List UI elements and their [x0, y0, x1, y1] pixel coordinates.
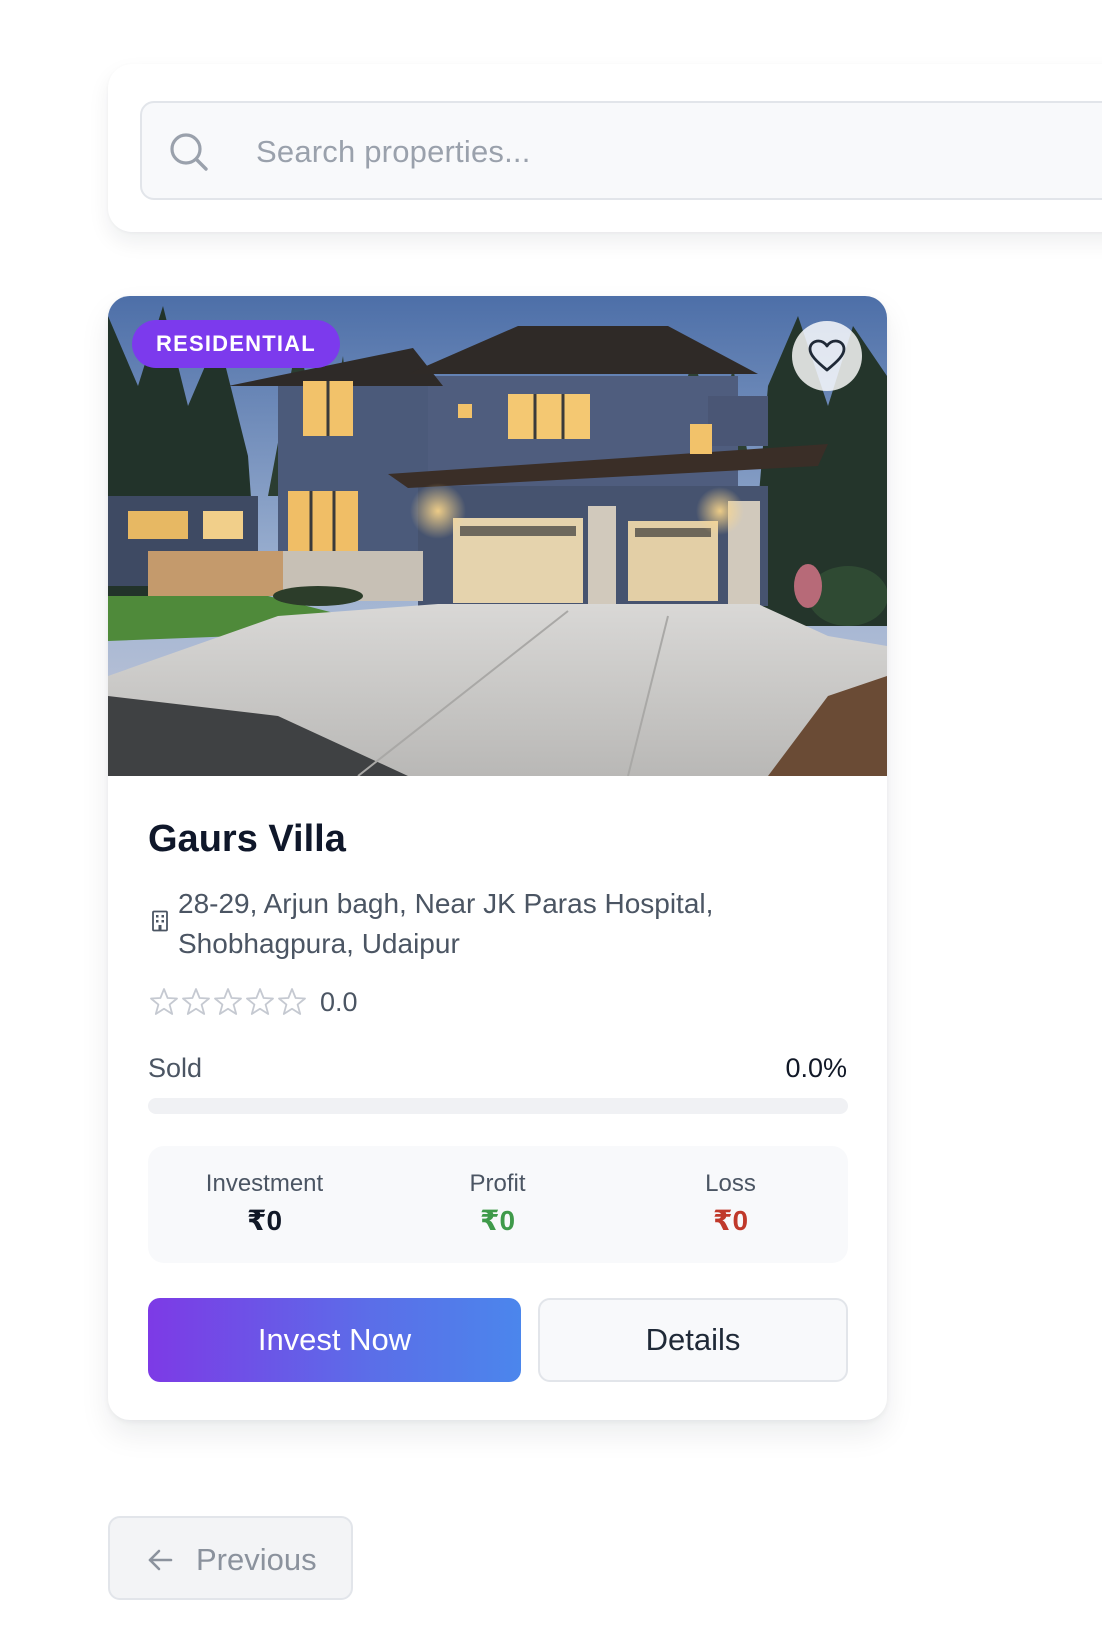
star-icon — [278, 988, 306, 1015]
stats-box: Investment ₹0 Profit ₹0 Loss ₹0 — [148, 1146, 848, 1263]
stat-profit-value: ₹0 — [479, 1205, 516, 1236]
stat-investment-label: Investment — [205, 1170, 324, 1197]
property-address: 28-29, Arjun bagh, Near JK Paras Hospita… — [178, 888, 714, 959]
sold-progress-bar — [148, 1098, 848, 1114]
stat-profit-label: Profit — [469, 1170, 526, 1197]
previous-label: Previous — [196, 1542, 317, 1577]
details-button[interactable]: Details — [538, 1298, 848, 1382]
stat-loss-value: ₹0 — [712, 1205, 749, 1236]
property-type-badge: RESIDENTIAL — [132, 320, 340, 368]
building-icon — [152, 910, 168, 932]
stat-investment: Investment ₹0 — [148, 1170, 381, 1237]
favorite-button[interactable] — [792, 321, 862, 391]
search-card: Search properties... — [108, 64, 1102, 232]
heart-icon — [808, 339, 846, 372]
star-icon — [214, 988, 242, 1015]
property-card[interactable]: RESIDENTIAL Gaurs Villa 28-29, Arjun bag… — [108, 296, 887, 1420]
stat-investment-value: ₹0 — [246, 1205, 283, 1236]
rating-row: 0.0 — [148, 986, 358, 1018]
arrow-left-icon — [148, 1549, 173, 1571]
star-icon — [182, 988, 210, 1015]
invest-now-button[interactable]: Invest Now — [148, 1298, 521, 1382]
stat-loss: Loss ₹0 — [614, 1170, 847, 1237]
property-photo — [108, 296, 887, 776]
previous-button[interactable]: Previous — [108, 1516, 353, 1600]
stat-profit: Profit ₹0 — [381, 1170, 614, 1237]
sold-percentage: 0.0% — [785, 1053, 847, 1083]
search-input[interactable]: Search properties... — [140, 101, 1102, 200]
rating-value: 0.0 — [320, 986, 358, 1017]
star-icon — [150, 988, 178, 1015]
search-placeholder: Search properties... — [256, 134, 531, 169]
search-icon — [170, 133, 208, 171]
property-title: Gaurs Villa — [148, 818, 346, 860]
sold-label: Sold — [148, 1053, 203, 1083]
stat-loss-label: Loss — [705, 1170, 756, 1197]
star-icon — [246, 988, 274, 1015]
